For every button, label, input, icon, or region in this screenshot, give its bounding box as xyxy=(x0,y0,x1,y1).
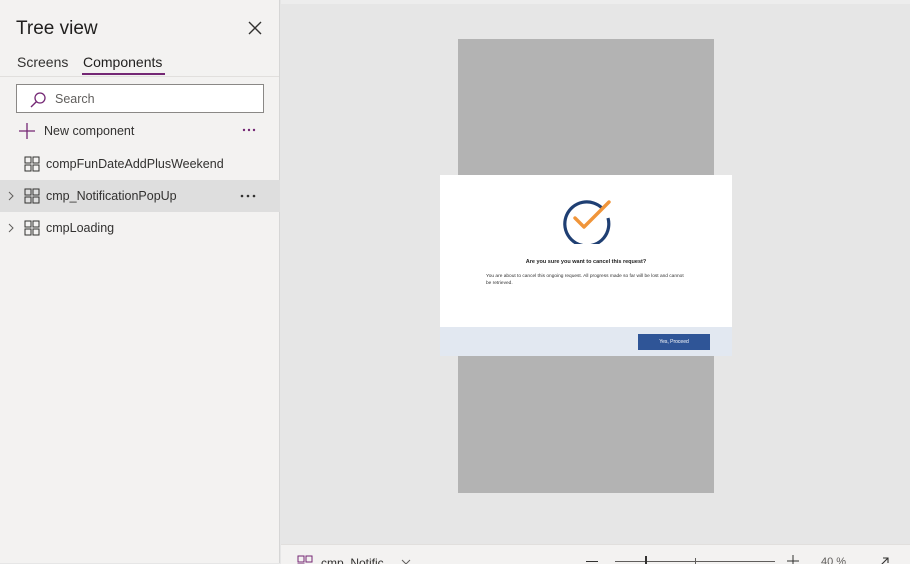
notification-popup[interactable]: Are you sure you want to cancel this req… xyxy=(440,175,732,356)
new-component-label: New component xyxy=(44,124,135,138)
component-icon xyxy=(24,220,40,236)
dialog-title: Are you sure you want to cancel this req… xyxy=(525,259,647,265)
search-input[interactable] xyxy=(53,88,257,110)
tree-item-cmploading[interactable]: cmpLoading xyxy=(0,212,280,244)
tree-item-label: cmp_NotificationPopUp xyxy=(46,189,177,203)
more-options-icon[interactable] xyxy=(239,188,257,204)
new-component-button[interactable]: New component xyxy=(18,121,218,141)
tree-item-label: cmpLoading xyxy=(46,221,115,235)
tree-view-title: Tree view xyxy=(16,18,98,39)
close-icon[interactable] xyxy=(245,18,265,38)
active-tab-indicator xyxy=(82,73,165,75)
chevron-right-icon[interactable] xyxy=(7,191,15,201)
chevron-right-icon[interactable] xyxy=(7,223,15,233)
tree-item-compfundateaddplusweekend[interactable]: compFunDateAddPlusWeekend xyxy=(0,148,280,180)
tree-item-cmp-notificationpopup[interactable]: cmp_NotificationPopUp xyxy=(0,180,280,212)
component-icon xyxy=(24,156,40,172)
check-mark xyxy=(573,200,611,229)
component-icon xyxy=(24,188,40,204)
search-icon xyxy=(30,92,46,108)
tab-screens[interactable]: Screens xyxy=(17,54,68,70)
chevron-down-icon[interactable] xyxy=(401,558,411,564)
tree-view-pane: Tree view Screens Components New compone… xyxy=(0,0,280,563)
more-options-icon[interactable] xyxy=(240,120,258,138)
status-bar: cmp_Notific 40 % xyxy=(281,544,910,564)
zoom-out-button[interactable] xyxy=(586,561,598,562)
tree-item-label: compFunDateAddPlusWeekend xyxy=(46,157,224,171)
tree-tabs: Screens Components xyxy=(0,52,279,77)
tab-components[interactable]: Components xyxy=(83,54,162,70)
yes-proceed-button[interactable]: Yes, Proceed xyxy=(638,334,710,350)
search-box[interactable] xyxy=(16,84,264,113)
zoom-slider-tick xyxy=(695,558,696,564)
dialog-body: You are about to cancel this ongoing req… xyxy=(486,274,684,286)
check-circle-icon xyxy=(563,200,611,244)
plus-icon xyxy=(19,123,35,139)
